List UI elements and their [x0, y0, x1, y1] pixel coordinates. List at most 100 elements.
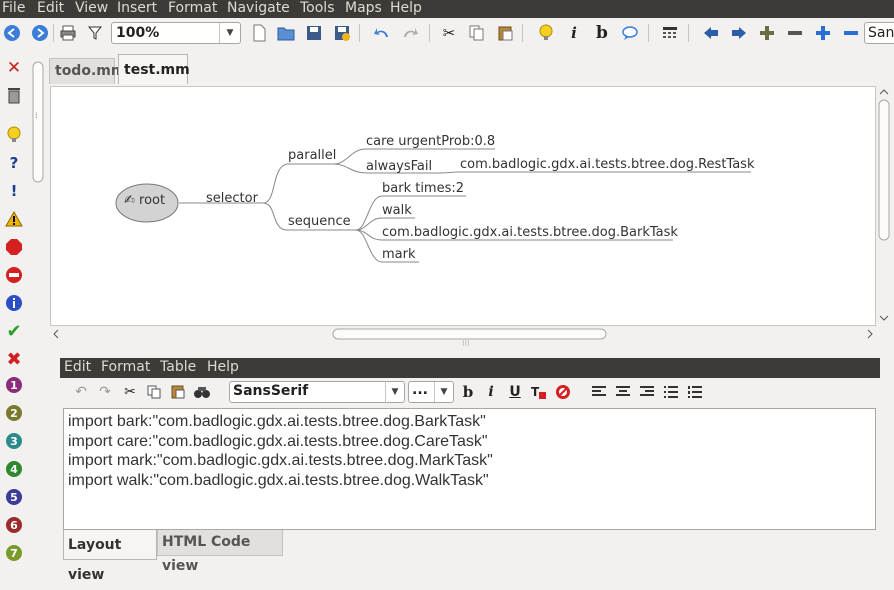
forward-icon[interactable]: [29, 22, 51, 44]
minus-icon[interactable]: [784, 22, 806, 44]
table-icon[interactable]: [659, 22, 681, 44]
editor-font-combobox[interactable]: SansSerif ▼: [229, 381, 405, 403]
cross-icon[interactable]: ✖: [4, 349, 24, 370]
node-barktask[interactable]: com.badlogic.gdx.ai.tests.btree.dog.Bark…: [382, 225, 678, 240]
editor-italic-icon[interactable]: i: [481, 382, 501, 402]
tab-test[interactable]: test.mm: [118, 54, 190, 84]
root-node[interactable]: ✍ root: [124, 193, 165, 208]
menu-insert[interactable]: Insert: [117, 0, 157, 18]
menu-file[interactable]: File: [2, 0, 25, 18]
canvas-vertical-scrollbar[interactable]: [876, 86, 892, 324]
menu-edit[interactable]: Edit: [37, 0, 64, 18]
minus-blue-icon[interactable]: [840, 22, 862, 44]
editor-menu-format[interactable]: Format: [101, 359, 150, 375]
undo-icon[interactable]: [371, 22, 393, 44]
tab-html-code-view[interactable]: HTML Code view: [157, 530, 283, 574]
arrow-right-icon[interactable]: [728, 22, 750, 44]
node-selector[interactable]: selector: [206, 191, 258, 206]
node-bark[interactable]: bark times:2: [382, 181, 464, 196]
priority-1-icon[interactable]: 1: [6, 377, 22, 393]
chevron-down-icon[interactable]: ▼: [385, 382, 404, 402]
redo-icon[interactable]: [399, 22, 421, 44]
align-center-icon[interactable]: [613, 382, 633, 402]
priority-5-icon[interactable]: 5: [6, 489, 22, 505]
editor-copy-icon[interactable]: [144, 382, 164, 402]
paste-icon[interactable]: [494, 22, 516, 44]
lightbulb-icon[interactable]: [535, 22, 557, 44]
chevron-down-icon[interactable]: ▼: [434, 382, 453, 402]
node-alwaysfail[interactable]: alwaysFail: [366, 159, 432, 174]
align-right-icon[interactable]: [637, 382, 657, 402]
node-mark[interactable]: mark: [382, 247, 416, 262]
trash-icon[interactable]: [4, 85, 24, 105]
editor-menu-table[interactable]: Table: [160, 359, 196, 375]
node-care[interactable]: care urgentProb:0.8: [366, 134, 495, 149]
idea-icon[interactable]: [4, 125, 24, 145]
italic-icon[interactable]: i: [563, 22, 585, 44]
editor-menu-help[interactable]: Help: [207, 359, 239, 375]
bold-icon[interactable]: b: [591, 22, 613, 44]
cloud-icon[interactable]: [619, 22, 641, 44]
no-entry-icon[interactable]: [4, 265, 24, 285]
copy-icon[interactable]: [466, 22, 488, 44]
chevron-down-icon[interactable]: ▼: [219, 23, 240, 43]
remove-icon[interactable]: ✕: [4, 58, 24, 78]
tab-todo[interactable]: todo.mm: [49, 58, 125, 84]
mindmap-canvas[interactable]: ✍ root selector parallel sequence care u…: [50, 86, 876, 326]
bullet-list-icon[interactable]: [661, 382, 681, 402]
editor-paste-icon[interactable]: [168, 382, 188, 402]
back-icon[interactable]: [1, 22, 23, 44]
editor-bold-icon[interactable]: b: [458, 382, 478, 402]
stop-icon[interactable]: [4, 237, 24, 257]
open-icon[interactable]: [275, 22, 297, 44]
plus-icon[interactable]: [756, 22, 778, 44]
editor-redo-icon[interactable]: ↷: [95, 382, 115, 402]
priority-4-icon[interactable]: 4: [6, 461, 22, 477]
editor-text-color-icon[interactable]: T: [529, 382, 549, 402]
print-icon[interactable]: [57, 22, 79, 44]
editor-find-icon[interactable]: [192, 382, 212, 402]
priority-2-icon[interactable]: 2: [6, 405, 22, 421]
toolbar-separator: [522, 24, 523, 42]
node-sequence[interactable]: sequence: [288, 214, 351, 229]
priority-7-icon[interactable]: 7: [6, 545, 22, 561]
editor-size-combobox[interactable]: ... ▼: [408, 381, 454, 403]
align-left-icon[interactable]: [589, 382, 609, 402]
arrow-left-icon[interactable]: [700, 22, 722, 44]
zoom-combobox[interactable]: 100% ▼: [111, 22, 241, 44]
editor-underline-icon[interactable]: U: [505, 382, 525, 402]
new-map-icon[interactable]: [248, 22, 270, 44]
exclamation-icon[interactable]: !: [4, 181, 24, 201]
save-as-icon[interactable]: [331, 22, 353, 44]
info-icon[interactable]: [4, 293, 24, 313]
tab-layout-view[interactable]: Layout view: [63, 530, 157, 583]
menu-maps[interactable]: Maps: [345, 0, 382, 18]
cut-icon[interactable]: ✂: [438, 22, 460, 44]
editor-cut-icon[interactable]: ✂: [120, 382, 140, 402]
menu-format[interactable]: Format: [168, 0, 217, 18]
note-text-area[interactable]: import bark:"com.badlogic.gdx.ai.tests.b…: [63, 408, 876, 530]
numbered-list-icon[interactable]: [685, 382, 705, 402]
warning-icon[interactable]: [4, 209, 24, 229]
splitter-handle[interactable]: ⁝⁝⁝: [462, 340, 472, 348]
menu-view[interactable]: View: [75, 0, 108, 18]
priority-3-icon[interactable]: 3: [6, 433, 22, 449]
priority-6-icon[interactable]: 6: [6, 517, 22, 533]
node-resttask[interactable]: com.badlogic.gdx.ai.tests.btree.dog.Rest…: [460, 157, 755, 172]
editor-menu-edit[interactable]: Edit: [64, 359, 91, 375]
node-walk[interactable]: walk: [382, 203, 412, 218]
edit-node-icon: ✍: [124, 193, 135, 208]
left-scrollbar[interactable]: ⁞: [32, 52, 44, 573]
save-icon[interactable]: [303, 22, 325, 44]
editor-undo-icon[interactable]: ↶: [71, 382, 91, 402]
question-icon[interactable]: ?: [4, 153, 24, 173]
menu-navigate[interactable]: Navigate: [227, 0, 290, 18]
check-icon[interactable]: ✔: [4, 321, 24, 342]
plus-blue-icon[interactable]: [812, 22, 834, 44]
filter-icon[interactable]: [84, 22, 106, 44]
editor-clear-format-icon[interactable]: [553, 382, 573, 402]
menu-help[interactable]: Help: [390, 0, 422, 18]
font-family-box[interactable]: San: [864, 22, 894, 44]
node-parallel[interactable]: parallel: [288, 148, 336, 163]
menu-tools[interactable]: Tools: [300, 0, 335, 18]
